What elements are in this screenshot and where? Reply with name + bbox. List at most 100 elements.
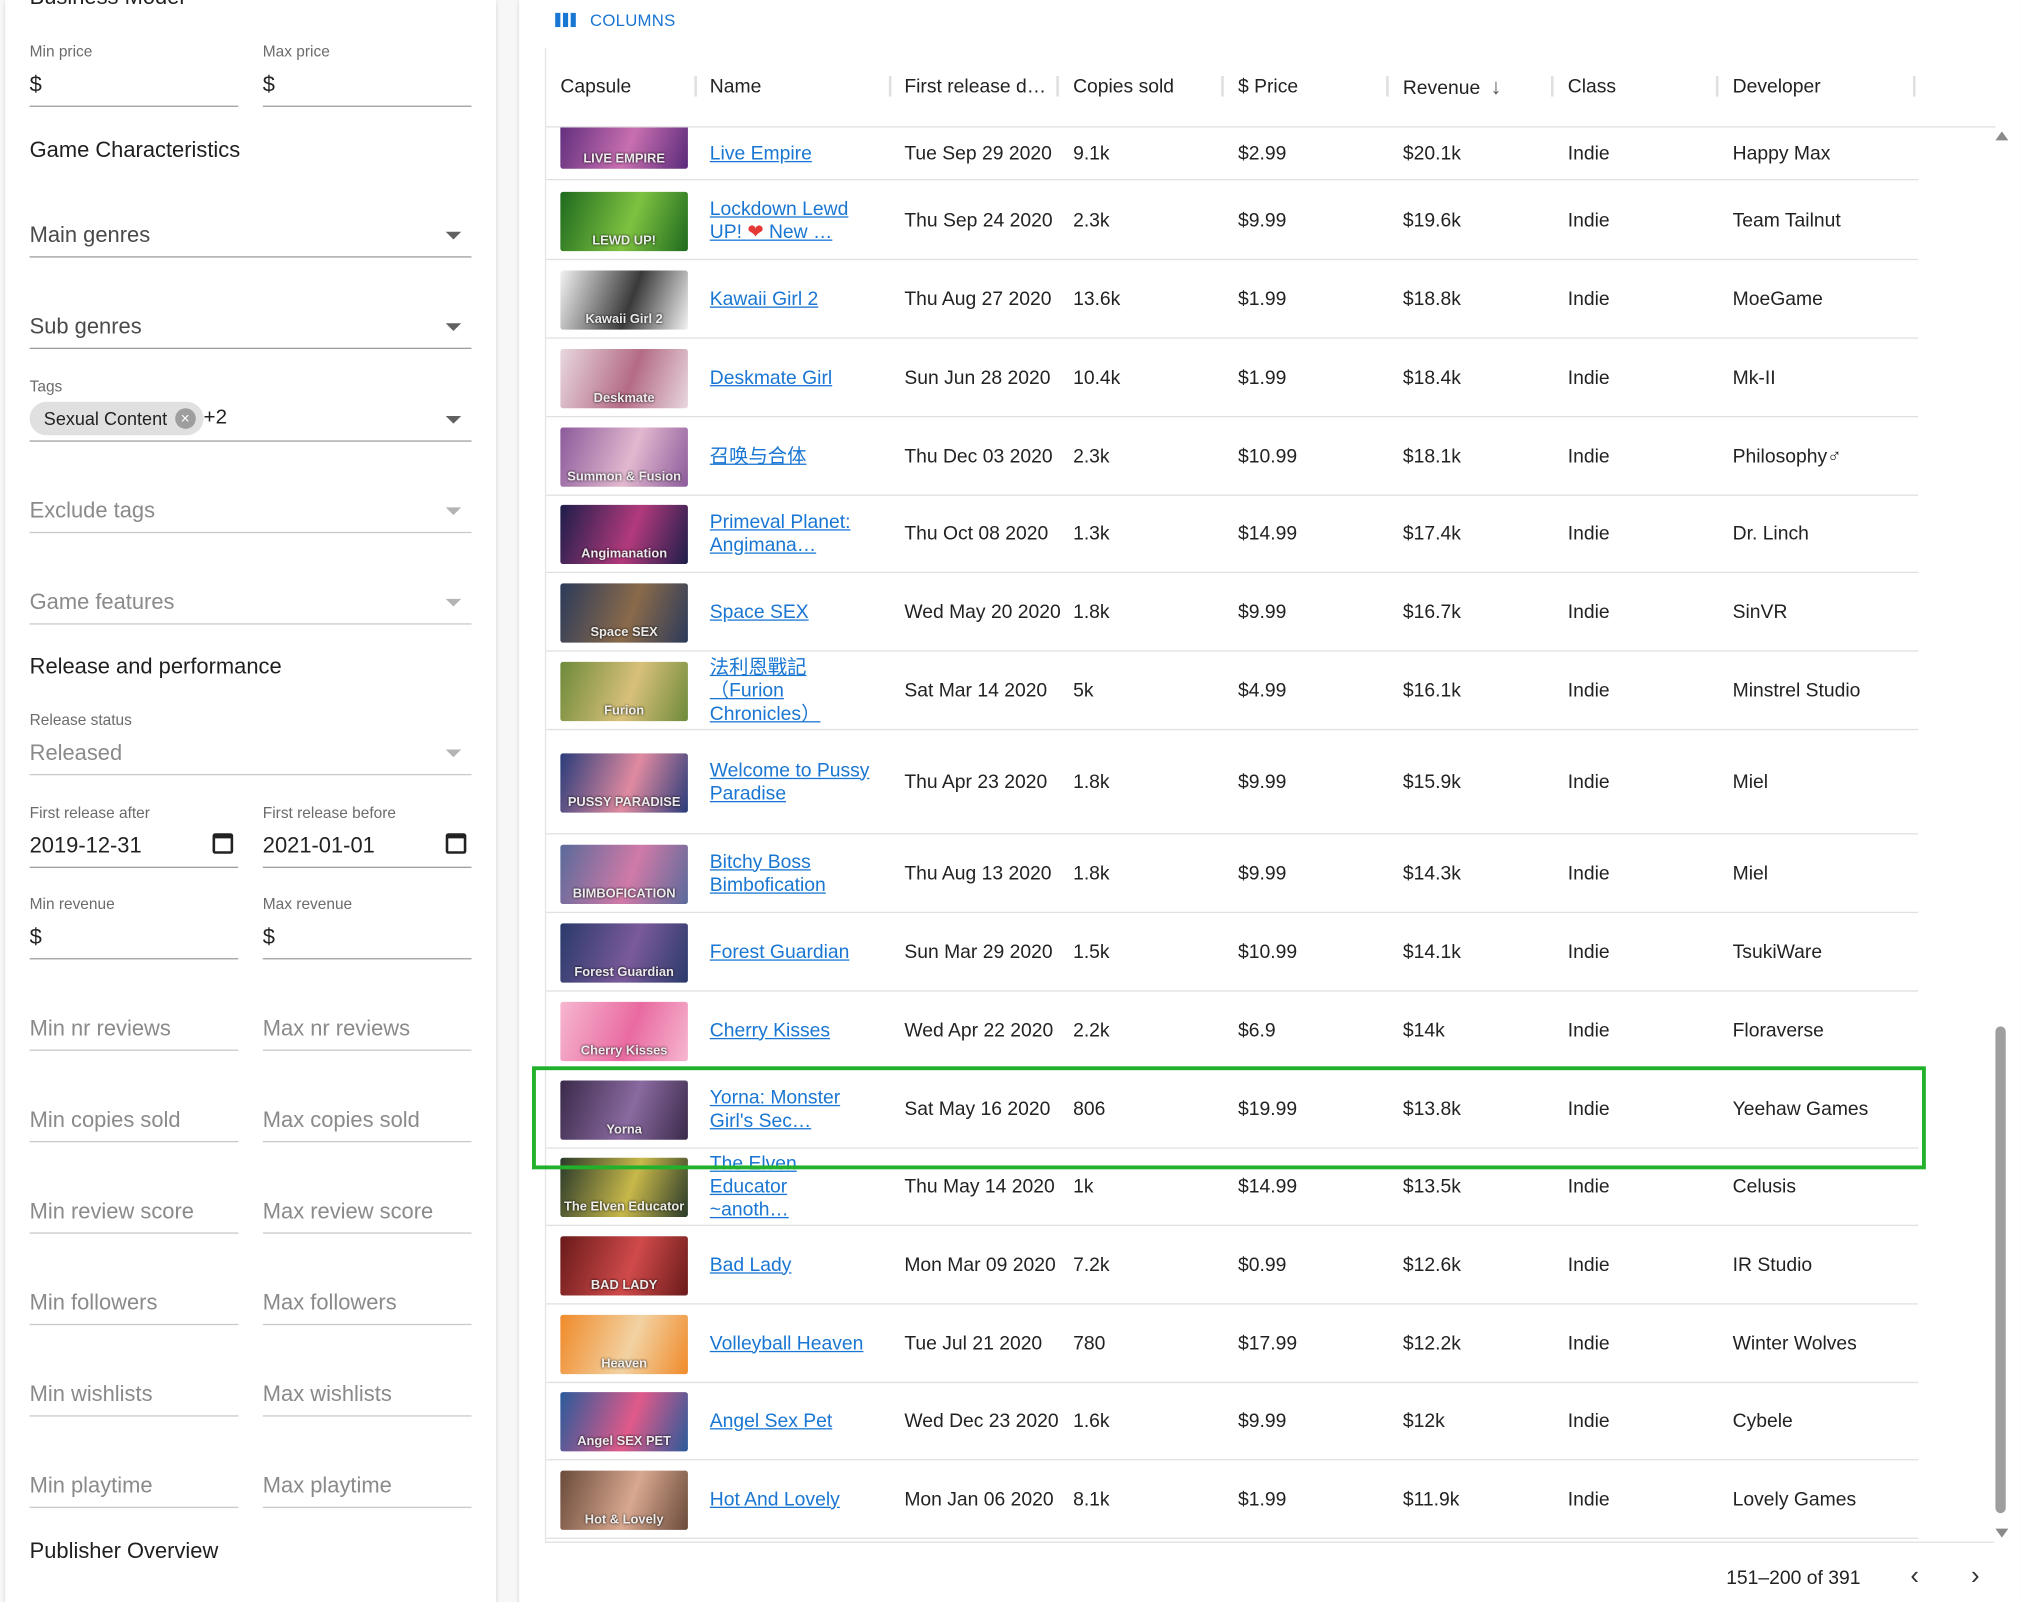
min-price-field[interactable]: $: [29, 55, 239, 107]
class-cell: Indie: [1567, 209, 1610, 232]
price-cell: $1.99: [1237, 1488, 1287, 1511]
min-revenue-field[interactable]: $: [29, 908, 239, 960]
game-name-cell: Lockdown Lewd UP! ❤ New …: [710, 182, 877, 261]
column-separator[interactable]: [1715, 75, 1719, 97]
column-header-class[interactable]: Class: [1568, 48, 1710, 128]
game-name-link[interactable]: Angel Sex Pet: [710, 1409, 832, 1432]
capsule-caption: Angel SEX PET: [577, 1434, 672, 1449]
max-playtime-field[interactable]: Max playtime: [262, 1457, 472, 1509]
previous-page-icon[interactable]: ‹: [1910, 1563, 1919, 1589]
developer-cell: Team Tailnut: [1732, 209, 1841, 232]
chevron-down-icon: [445, 749, 462, 758]
close-icon[interactable]: ×: [174, 408, 196, 429]
columns-button[interactable]: COLUMNS: [555, 10, 675, 36]
column-separator[interactable]: [888, 75, 892, 97]
table-row[interactable]: Kawaii Girl 2 Kawaii Girl 2 Thu Aug 27 202…: [546, 260, 1919, 339]
revenue-cell: $17.4k: [1402, 522, 1461, 545]
table-row[interactable]: LIVE EMPIRE Live Empire Tue Sep 29 2020 9.1…: [546, 127, 1919, 181]
min-wishlists-field[interactable]: Min wishlists: [29, 1365, 239, 1417]
calendar-icon[interactable]: [445, 833, 467, 854]
max-followers-field[interactable]: Max followers: [262, 1274, 472, 1326]
game-name-link[interactable]: 召唤与合体: [710, 445, 807, 468]
next-page-icon[interactable]: ›: [1971, 1563, 1980, 1589]
min-playtime-field[interactable]: Min playtime: [29, 1457, 239, 1509]
column-separator[interactable]: [1912, 75, 1916, 97]
scrollbar-thumb[interactable]: [1995, 1026, 2006, 1514]
max-review-score-field[interactable]: Max review score: [262, 1182, 472, 1234]
table-row[interactable]: BAD LADY Bad Lady Mon Mar 09 2020 7.2k $0.99…: [546, 1226, 1919, 1305]
game-name-link[interactable]: Primeval Planet: Angimana…: [710, 511, 851, 557]
tags-select[interactable]: Sexual Content × +2: [29, 390, 472, 442]
column-separator[interactable]: [1056, 75, 1059, 97]
game-name-link[interactable]: Hot And Lovely: [710, 1488, 840, 1511]
first-release-before-input[interactable]: 2021-01-01: [262, 816, 472, 868]
table-row[interactable]: BIMBOFICATION Bitchy Boss Bimbofication Thu…: [546, 834, 1919, 914]
game-name-link[interactable]: Bitchy Boss Bimbofication: [710, 851, 826, 897]
game-name-link[interactable]: Bad Lady: [710, 1254, 792, 1277]
table-row[interactable]: Furion 法利恩戰記 （Furion Chronicles） Sat Mar 14 …: [546, 652, 1919, 731]
game-name-link[interactable]: 法利恩戰記 （Furion Chronicles）: [710, 656, 821, 726]
column-header-release[interactable]: First release d…: [904, 48, 1046, 128]
game-name-link[interactable]: Forest Guardian: [710, 941, 850, 964]
column-separator[interactable]: [1550, 75, 1554, 97]
tag-chip[interactable]: Sexual Content ×: [29, 401, 204, 436]
capsule-image: Furion: [560, 661, 688, 722]
game-name-link[interactable]: Cherry Kisses: [710, 1019, 830, 1042]
scroll-down-icon[interactable]: [1995, 1528, 2009, 1538]
main-genres-select[interactable]: Main genres: [29, 206, 472, 258]
table-row[interactable]: Deskmate Deskmate Girl Sun Jun 28 2020 10.4…: [546, 339, 1919, 418]
min-followers-field[interactable]: Min followers: [29, 1274, 239, 1326]
min-review-score-field[interactable]: Min review score: [29, 1182, 239, 1234]
sub-genres-select[interactable]: Sub genres: [29, 297, 472, 349]
table-row[interactable]: Summon & Fusion 召唤与合体 Thu Dec 03 2020 2.3k $…: [546, 417, 1919, 496]
table-row[interactable]: Angel SEX PET Angel Sex Pet Wed Dec 23 202…: [546, 1382, 1919, 1461]
game-name-link[interactable]: Kawaii Girl 2: [710, 288, 818, 311]
max-wishlists-field[interactable]: Max wishlists: [262, 1365, 472, 1417]
game-name-link[interactable]: Deskmate Girl: [710, 366, 832, 389]
game-name-link[interactable]: Space SEX: [710, 601, 809, 624]
max-revenue-field[interactable]: $: [262, 908, 472, 960]
column-header-capsule[interactable]: Capsule: [560, 48, 689, 128]
column-header-price[interactable]: $ Price: [1238, 48, 1380, 128]
table-row[interactable]: Cherry Kisses Cherry Kisses Wed Apr 22 202…: [546, 992, 1919, 1071]
column-separator[interactable]: [1386, 75, 1389, 97]
max-copies-field[interactable]: Max copies sold: [262, 1091, 472, 1143]
game-name-link[interactable]: Lockdown Lewd UP! ❤ New …: [710, 198, 849, 244]
max-price-field[interactable]: $: [262, 55, 472, 107]
column-header-developer[interactable]: Developer: [1733, 48, 1900, 128]
table-row[interactable]: The Elven Educator The Elven Educator ~ano…: [546, 1147, 1919, 1226]
table-row[interactable]: PUSSY PARADISE Welcome to Pussy Paradise Th…: [546, 730, 1919, 835]
game-name-link[interactable]: The Elven Educator ~anoth…: [710, 1152, 877, 1222]
calendar-icon[interactable]: [212, 833, 234, 854]
price-cell: $10.99: [1237, 941, 1298, 964]
table-row[interactable]: Angimanation Primeval Planet: Angimana… Thu…: [546, 495, 1919, 574]
min-copies-field[interactable]: Min copies sold: [29, 1091, 239, 1143]
table-row[interactable]: Yorna Yorna: Monster Girl's Sec… Sat May 16…: [546, 1070, 1919, 1149]
column-header-revenue[interactable]: Revenue ↓: [1403, 48, 1558, 128]
table-row[interactable]: Space SEX Space SEX Wed May 20 2020 1.8k $9.…: [546, 573, 1919, 652]
table-row[interactable]: Heaven Volleyball Heaven Tue Jul 21 2020 78…: [546, 1305, 1919, 1384]
sort-descending-icon[interactable]: ↓: [1491, 48, 1502, 128]
release-status-select[interactable]: Released: [29, 724, 472, 776]
max-reviews-field[interactable]: Max nr reviews: [262, 999, 472, 1051]
capsule-image: Space SEX: [560, 583, 688, 643]
exclude-tags-select[interactable]: Exclude tags: [29, 482, 472, 534]
copies-sold-cell: 5k: [1073, 679, 1094, 702]
game-name-link[interactable]: Yorna: Monster Girl's Sec…: [710, 1086, 840, 1132]
table-row[interactable]: Forest Guardian Forest Guardian Sun Mar 29…: [546, 913, 1919, 992]
scroll-up-icon[interactable]: [1995, 131, 2009, 141]
game-name-link[interactable]: Live Empire: [710, 142, 812, 165]
first-release-after-input[interactable]: 2019-12-31: [29, 816, 239, 868]
column-separator[interactable]: [694, 75, 697, 97]
column-separator[interactable]: [1221, 75, 1224, 97]
column-header-name[interactable]: Name: [710, 48, 877, 128]
game-features-select[interactable]: Game features: [29, 573, 472, 625]
min-reviews-field[interactable]: Min nr reviews: [29, 999, 239, 1051]
table-row[interactable]: Hot & Lovely Hot And Lovely Mon Jan 06 202…: [546, 1460, 1919, 1539]
vertical-scrollbar[interactable]: [1992, 127, 2010, 1541]
developer-cell: Miel: [1732, 771, 1769, 794]
game-name-link[interactable]: Welcome to Pussy Paradise: [710, 759, 870, 805]
column-header-copies[interactable]: Copies sold: [1073, 48, 1215, 128]
game-name-link[interactable]: Volleyball Heaven: [710, 1332, 864, 1355]
table-row[interactable]: LEWD UP! Lockdown Lewd UP! ❤ New … Thu Sep …: [546, 182, 1919, 261]
